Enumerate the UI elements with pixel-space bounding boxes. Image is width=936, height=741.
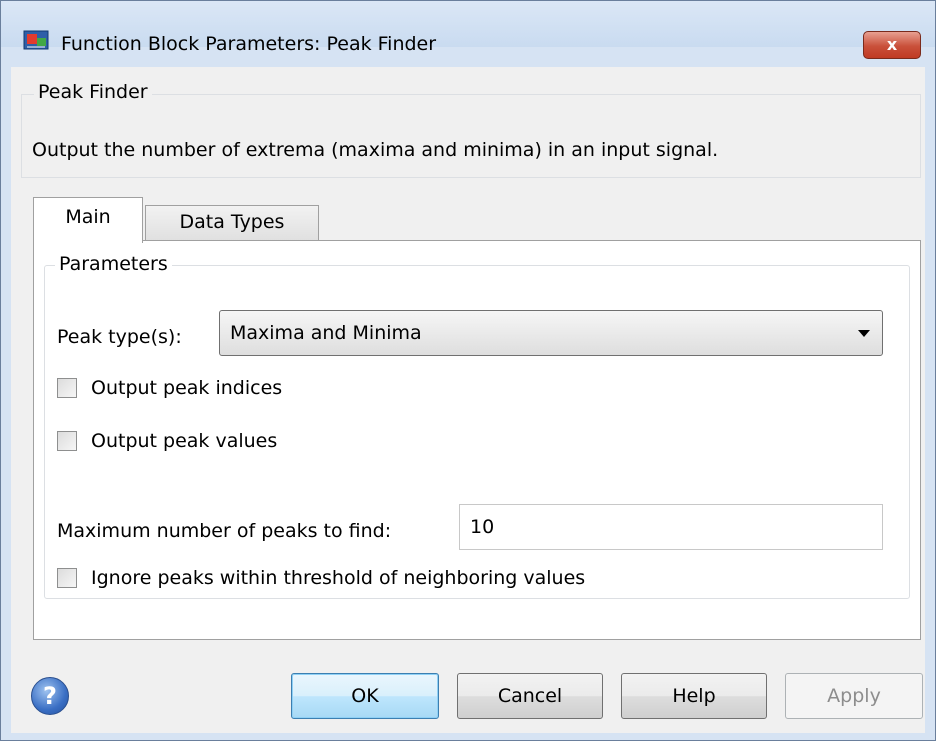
help-question-icon[interactable]: ? [31, 677, 69, 715]
parameters-group-label: Parameters [55, 253, 172, 275]
peak-type-value: Maxima and Minima [230, 322, 422, 344]
ignore-peaks-label[interactable]: Ignore peaks within threshold of neighbo… [91, 567, 585, 589]
cancel-button[interactable]: Cancel [457, 673, 603, 719]
help-button[interactable]: Help [621, 673, 767, 719]
peak-type-label: Peak type(s): [57, 326, 182, 348]
output-peak-values-label[interactable]: Output peak values [91, 430, 277, 452]
block-name-label: Peak Finder [34, 81, 152, 103]
ok-button[interactable]: OK [291, 673, 439, 719]
max-peaks-input[interactable]: 10 [459, 504, 883, 550]
tab-main[interactable]: Main [33, 197, 143, 243]
dialog-body: Peak Finder Output the number of extrema… [11, 67, 925, 733]
peak-type-dropdown[interactable]: Maxima and Minima [219, 310, 883, 356]
tab-data-types[interactable]: Data Types [145, 205, 319, 241]
block-description-group: Peak Finder Output the number of extrema… [21, 81, 921, 178]
block-description-text: Output the number of extrema (maxima and… [32, 139, 719, 161]
parameters-group: Parameters Peak type(s): Maxima and Mini… [44, 253, 910, 599]
close-button[interactable]: x [863, 31, 921, 59]
ignore-peaks-checkbox[interactable] [57, 568, 77, 588]
main-tab-panel: Parameters Peak type(s): Maxima and Mini… [33, 240, 921, 640]
title-bar[interactable]: Function Block Parameters: Peak Finder x [1, 1, 935, 59]
output-peak-values-checkbox[interactable] [57, 431, 77, 451]
window-title: Function Block Parameters: Peak Finder [61, 33, 437, 55]
output-peak-indices-label[interactable]: Output peak indices [91, 377, 282, 399]
simulink-app-icon [23, 30, 49, 50]
max-peaks-label: Maximum number of peaks to find: [57, 520, 392, 542]
output-peak-indices-checkbox[interactable] [57, 378, 77, 398]
dialog-window: Function Block Parameters: Peak Finder x… [0, 0, 936, 741]
chevron-down-icon [858, 330, 870, 337]
apply-button[interactable]: Apply [785, 673, 923, 719]
